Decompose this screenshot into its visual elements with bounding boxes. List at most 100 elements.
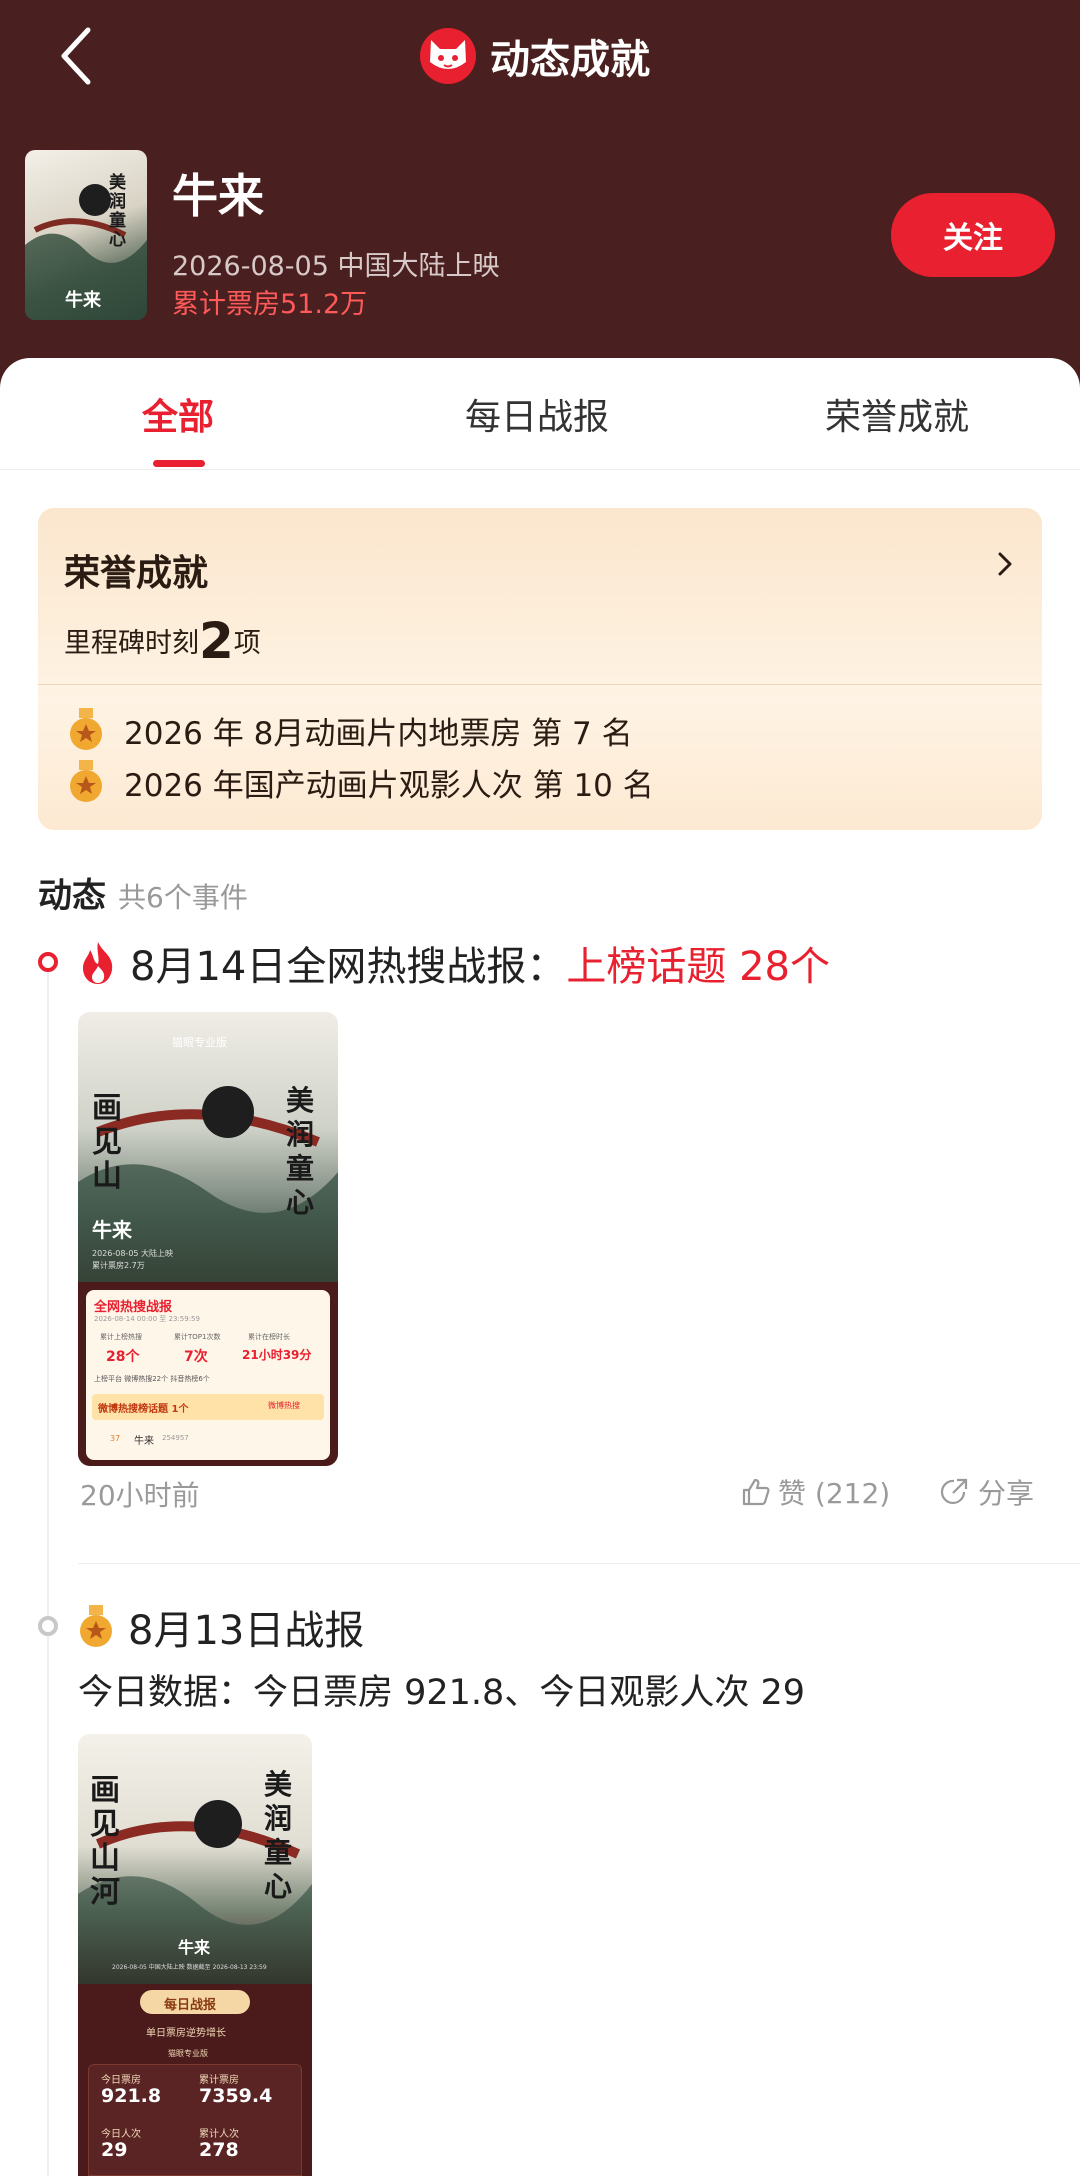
- movie-poster[interactable]: 美润童心 牛来: [25, 150, 147, 320]
- daily-image-top: 画见山河 美润童心 牛来 2026-08-05 中国大陆上映 数据截至 2026…: [78, 1734, 312, 1984]
- active-tab-indicator: [153, 460, 205, 467]
- event-timestamp: 20小时前: [80, 1479, 200, 1512]
- report-weibo-row: 微博热搜榜话题 1个 微博热搜: [92, 1394, 324, 1420]
- daily-stat-label: 今日票房: [101, 2075, 141, 2086]
- daily-badge-label: 每日战报: [164, 1998, 217, 2013]
- daily-stat-value: 7359.4: [199, 2085, 273, 2107]
- report-image-top: 猫眼专业版 画见山 美润童心 牛来 2026-08-05 大陆上映 累计票房2.…: [78, 1012, 338, 1302]
- chevron-right-icon[interactable]: [994, 548, 1016, 580]
- tab-honor[interactable]: 荣誉成就: [825, 388, 969, 440]
- milestone-count: 里程碑时刻2项: [64, 612, 261, 670]
- maoyan-cat-logo-icon: [420, 28, 476, 84]
- report-stat-value: 21小时39分: [242, 1348, 312, 1362]
- daily-stats-panel: 今日票房 累计票房 921.8 7359.4 今日人次 累计人次 29 278: [88, 2064, 302, 2176]
- report-stat-value: 7次: [184, 1349, 208, 1365]
- share-label: 分享: [978, 1477, 1035, 1510]
- report-title: 全网热搜战报: [94, 1300, 173, 1315]
- divider: [78, 1563, 1080, 1564]
- thumbs-up-icon: [742, 1478, 770, 1506]
- report-row-rank: 37: [110, 1434, 121, 1443]
- poster-slogan: 美润童心: [109, 173, 126, 250]
- box-office-total: 累计票房51.2万: [172, 289, 368, 320]
- report-row-name: 牛来: [134, 1436, 154, 1447]
- like-button[interactable]: 赞 (212): [740, 1472, 890, 1512]
- daily-meta: 2026-08-05 中国大陆上映 数据截至 2026-08-13 23:59: [112, 1964, 267, 1971]
- event-title: 8月13日战报: [78, 1598, 364, 1656]
- daily-stat-label: 累计票房: [199, 2075, 239, 2086]
- daily-poster-title-right: 美润童心: [264, 1768, 293, 1903]
- medal-icon: [68, 760, 104, 804]
- daily-badge: 每日战报: [140, 1990, 250, 2014]
- share-button[interactable]: 分享: [938, 1472, 1034, 1512]
- tab-bar: 全部 每日战报 荣誉成就: [0, 358, 1080, 470]
- daily-image-bottom: 每日战报 单日票房逆势增长 猫眼专业版 今日票房 累计票房 921.8 7359…: [78, 1984, 312, 2176]
- share-icon: [940, 1478, 968, 1504]
- report-stat-label: 累计上榜热搜: [100, 1333, 142, 1341]
- daily-stat-value: 921.8: [101, 2085, 162, 2107]
- content-panel: 全部 每日战报 荣誉成就 荣誉成就 里程碑时刻2项 2026 年 8月动画片内地…: [0, 358, 1080, 2176]
- report-brand: 猫眼专业版: [172, 1036, 227, 1049]
- report-stat-label: 累计TOP1次数: [174, 1333, 221, 1341]
- like-label: 赞 (212): [778, 1477, 891, 1510]
- report-meta: 累计票房2.7万: [92, 1261, 145, 1270]
- milestone-number: 2: [199, 612, 234, 670]
- daily-report-image[interactable]: 画见山河 美润童心 牛来 2026-08-05 中国大陆上映 数据截至 2026…: [78, 1734, 312, 2176]
- nav-bar: 动态成就: [0, 0, 1080, 118]
- event-title-text: 8月13日战报: [128, 1608, 365, 1654]
- daily-stat-label: 累计人次: [199, 2129, 239, 2140]
- dynamics-count: 共6个事件: [118, 881, 248, 914]
- milestone-suffix: 项: [233, 628, 261, 659]
- release-info: 2026-08-05 中国大陆上映: [172, 251, 500, 282]
- report-weibo-tag: 微博热搜: [268, 1401, 300, 1410]
- report-poster-title-right: 美润童心: [286, 1084, 315, 1219]
- dynamics-header: 动态 共6个事件: [38, 868, 248, 917]
- divider: [38, 684, 1042, 685]
- milestone-prefix: 里程碑时刻: [64, 628, 199, 659]
- chevron-left-icon: [61, 27, 91, 85]
- honor-item-text: 2026 年国产动画片观影人次 第 10 名: [124, 767, 654, 804]
- daily-stat-value: 29: [101, 2139, 128, 2161]
- daily-brand: 猫眼专业版: [168, 2049, 208, 2058]
- daily-caption: 单日票房逆势增长: [146, 2028, 226, 2039]
- event-summary: 今日数据：今日票房 921.8、今日观影人次 29: [78, 1673, 805, 1713]
- back-button[interactable]: [52, 24, 104, 88]
- event-title-text: 8月14日全网热搜战报：: [130, 944, 567, 990]
- report-row-value: 254957: [162, 1434, 189, 1442]
- report-stat-value: 28个: [106, 1349, 140, 1365]
- daily-movie-name: 牛来: [178, 1938, 211, 1957]
- timeline-dot: [38, 1616, 58, 1636]
- report-meta: 2026-08-05 大陆上映: [92, 1249, 174, 1258]
- nav-title-group: 动态成就: [420, 26, 650, 86]
- poster-name: 牛来: [65, 290, 101, 311]
- report-movie-name: 牛来: [92, 1218, 132, 1242]
- report-platform: 上榜平台 微博热搜22个 抖音热榜6个: [94, 1375, 210, 1383]
- hot-search-report-image[interactable]: 猫眼专业版 画见山 美润童心 牛来 2026-08-05 大陆上映 累计票房2.…: [78, 1012, 338, 1466]
- event-highlight: 上榜话题 28个: [566, 944, 830, 990]
- report-stat-label: 累计在榜时长: [248, 1333, 290, 1341]
- follow-button[interactable]: 关注: [891, 193, 1055, 277]
- report-panel: 全网热搜战报 2026-08-14 00:00 至 23:59:59 累计上榜热…: [86, 1290, 330, 1460]
- movie-title: 牛来: [172, 169, 264, 223]
- tab-all[interactable]: 全部: [142, 388, 214, 440]
- timeline-dot-active: [38, 952, 58, 972]
- daily-poster-title-left: 画见山河: [90, 1773, 120, 1910]
- report-time: 2026-08-14 00:00 至 23:59:59: [94, 1315, 200, 1323]
- honor-item: 2026 年国产动画片观影人次 第 10 名: [68, 760, 654, 804]
- medal-icon: [68, 708, 104, 752]
- event-title: 8月14日全网热搜战报： 上榜话题 28个: [78, 934, 830, 992]
- honor-item: 2026 年 8月动画片内地票房 第 7 名: [68, 708, 633, 752]
- page-title: 动态成就: [490, 37, 650, 83]
- timeline-line: [47, 958, 49, 2176]
- movie-header: 动态成就 美润童心 牛来 牛来 2026-08-05 中国大陆上映 累计票房51…: [0, 0, 1080, 420]
- fire-icon: [83, 942, 113, 984]
- honor-card[interactable]: 荣誉成就 里程碑时刻2项 2026 年 8月动画片内地票房 第 7 名 2026…: [38, 508, 1042, 830]
- honor-item-text: 2026 年 8月动画片内地票房 第 7 名: [124, 715, 633, 752]
- daily-stat-label: 今日人次: [101, 2129, 141, 2140]
- medal-icon: [80, 1605, 112, 1647]
- honor-title: 荣誉成就: [64, 553, 209, 594]
- tab-daily-report[interactable]: 每日战报: [465, 388, 609, 440]
- report-image-bottom: 全网热搜战报 2026-08-14 00:00 至 23:59:59 累计上榜热…: [78, 1282, 338, 1466]
- daily-stat-value: 278: [199, 2139, 239, 2161]
- report-weibo-label: 微博热搜榜话题 1个: [98, 1404, 189, 1415]
- report-poster-title-left: 画见山: [92, 1091, 122, 1194]
